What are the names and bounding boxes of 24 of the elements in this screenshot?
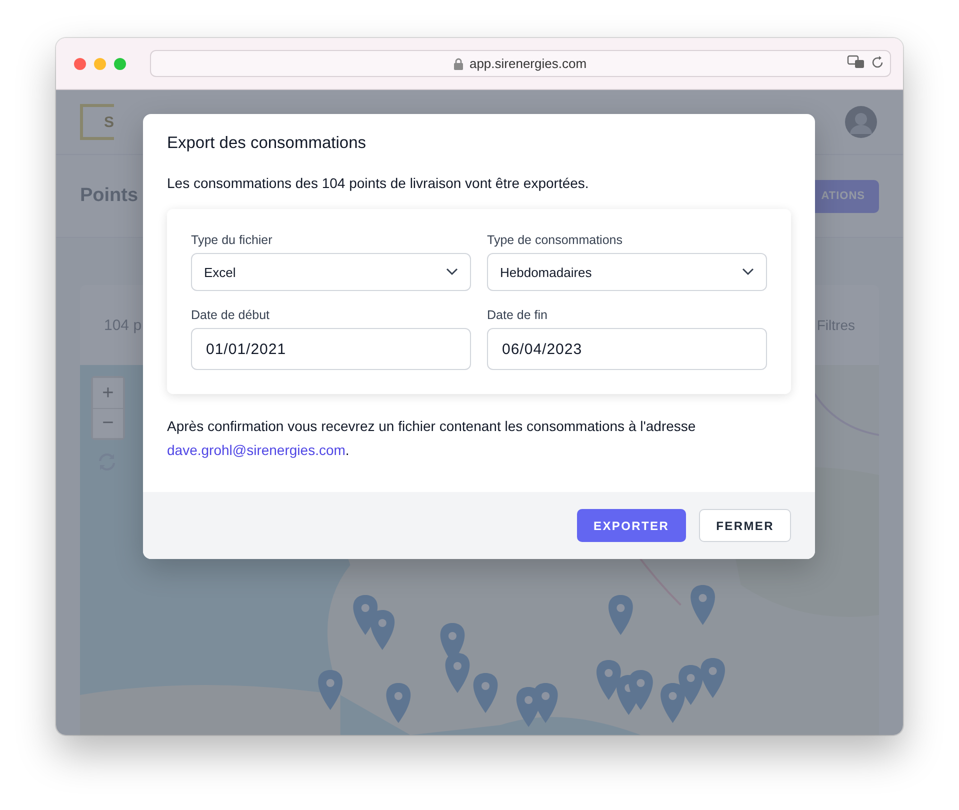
chevron-down-icon (742, 268, 754, 276)
reload-icon[interactable] (871, 56, 884, 68)
field-label: Type du fichier (191, 233, 274, 247)
field-label: Date de début (191, 308, 271, 322)
close-button[interactable]: FERMER (699, 509, 791, 542)
export-button[interactable]: EXPORTER (576, 509, 686, 542)
field-label: Type de consommations (487, 233, 624, 247)
address-bar[interactable]: app.sirenergies.com (150, 50, 891, 77)
page-heading: Points (80, 185, 138, 207)
date-field[interactable]: 06/04/2023 (487, 328, 767, 370)
close-button[interactable] (74, 58, 86, 70)
dialog-message: Les consommations des 104 points de livraison vont être exportées. (167, 175, 590, 191)
date-field[interactable]: 01/01/2021 (191, 328, 471, 370)
field-label: Date de fin (487, 308, 548, 322)
select-field[interactable]: Excel (191, 253, 471, 291)
dialog-title: Export des consommations (167, 134, 368, 153)
email-link[interactable]: dave.grohl@sirenergies.com (167, 442, 346, 458)
lock-icon (454, 58, 464, 70)
zoom-button[interactable] (114, 58, 126, 70)
minimize-button[interactable] (94, 58, 106, 70)
url-text: app.sirenergies.com (469, 56, 587, 71)
select-field[interactable]: Hebdomadaires (487, 253, 767, 291)
chevron-down-icon (446, 268, 458, 276)
confirmation-text: Après confirmation vous recevrez un fichier contenant les consommations à l'adresse dave.grohl@sirenergies.com. (167, 417, 697, 460)
